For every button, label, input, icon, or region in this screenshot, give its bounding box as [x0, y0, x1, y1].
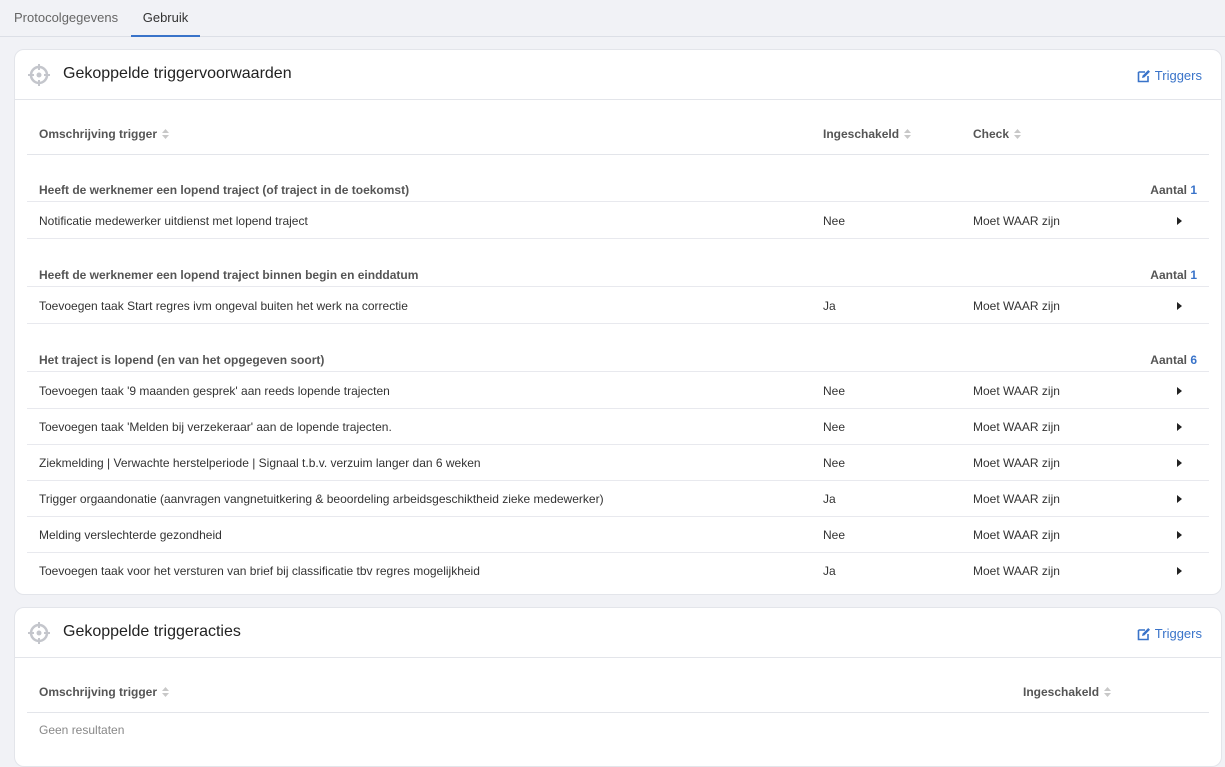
trigger-check: Moet WAAR zijn: [973, 299, 1060, 313]
group-header: Het traject is lopend (en van het opgege…: [27, 349, 1209, 372]
column-header-description[interactable]: Omschrijving trigger: [39, 113, 170, 155]
column-header-description[interactable]: Omschrijving trigger: [39, 671, 170, 713]
triggers-button[interactable]: Triggers: [1137, 68, 1202, 83]
table-row: Melding verslechterde gezondheid Nee Moe…: [27, 517, 1209, 553]
trigger-description: Toevoegen taak 'Melden bij verzekeraar' …: [39, 420, 392, 434]
crosshair-icon: [28, 64, 50, 86]
trigger-conditions-card: Gekoppelde triggervoorwaarden Triggers O…: [14, 49, 1222, 595]
trigger-description: Ziekmelding | Verwachte herstelperiode |…: [39, 456, 481, 470]
tab-bar: Protocolgegevens Gebruik: [0, 0, 1225, 37]
trigger-description: Melding verslechterde gezondheid: [39, 528, 222, 542]
trigger-check: Moet WAAR zijn: [973, 492, 1060, 506]
caret-right-icon[interactable]: [1177, 423, 1182, 431]
trigger-enabled: Ja: [823, 564, 836, 578]
group-count: Aantal 1: [1150, 268, 1197, 282]
triggers-button[interactable]: Triggers: [1137, 626, 1202, 641]
trigger-check: Moet WAAR zijn: [973, 214, 1060, 228]
table-row: Ziekmelding | Verwachte herstelperiode |…: [27, 445, 1209, 481]
caret-right-icon[interactable]: [1177, 567, 1182, 575]
sort-icon: [162, 129, 170, 139]
trigger-enabled: Ja: [823, 299, 836, 313]
group-count: Aantal 1: [1150, 183, 1197, 197]
trigger-check: Moet WAAR zijn: [973, 456, 1060, 470]
group-count: Aantal 6: [1150, 353, 1197, 367]
trigger-check: Moet WAAR zijn: [973, 384, 1060, 398]
sort-icon: [162, 687, 170, 697]
empty-results: Geen resultaten: [39, 723, 125, 737]
trigger-description: Toevoegen taak voor het versturen van br…: [39, 564, 480, 578]
caret-right-icon[interactable]: [1177, 459, 1182, 467]
trigger-enabled: Nee: [823, 214, 846, 228]
table-row: Trigger orgaandonatie (aanvragen vangnet…: [27, 481, 1209, 517]
caret-right-icon[interactable]: [1177, 217, 1182, 225]
table-row: Toevoegen taak 'Melden bij verzekeraar' …: [27, 409, 1209, 445]
trigger-enabled: Nee: [823, 384, 846, 398]
card-header: Gekoppelde triggervoorwaarden Triggers: [15, 50, 1221, 100]
triggers-label: Triggers: [1154, 626, 1202, 641]
group-header: Heeft de werknemer een lopend traject bi…: [27, 264, 1209, 287]
column-header-check[interactable]: Check: [973, 113, 1022, 155]
card-header: Gekoppelde triggeracties Triggers: [15, 608, 1221, 658]
edit-icon: [1137, 627, 1150, 640]
trigger-actions-card: Gekoppelde triggeracties Triggers Omschr…: [14, 607, 1222, 767]
column-header-enabled[interactable]: Ingeschakeld: [1023, 671, 1112, 713]
triggers-label: Triggers: [1154, 68, 1202, 83]
edit-icon: [1137, 69, 1150, 82]
trigger-check: Moet WAAR zijn: [973, 528, 1060, 542]
group-header: Heeft de werknemer een lopend traject (o…: [27, 179, 1209, 202]
group-label: Heeft de werknemer een lopend traject bi…: [39, 268, 419, 282]
table-row: Toevoegen taak '9 maanden gesprek' aan r…: [27, 373, 1209, 409]
trigger-description: Notificatie medewerker uitdienst met lop…: [39, 214, 308, 228]
table-row: Notificatie medewerker uitdienst met lop…: [27, 203, 1209, 239]
column-header-enabled[interactable]: Ingeschakeld: [823, 113, 912, 155]
group-label: Heeft de werknemer een lopend traject (o…: [39, 183, 410, 197]
trigger-description: Trigger orgaandonatie (aanvragen vangnet…: [39, 492, 604, 506]
crosshair-icon: [28, 622, 50, 644]
trigger-enabled: Ja: [823, 492, 836, 506]
trigger-enabled: Nee: [823, 420, 846, 434]
sort-icon: [904, 129, 912, 139]
trigger-description: Toevoegen taak '9 maanden gesprek' aan r…: [39, 384, 390, 398]
trigger-description: Toevoegen taak Start regres ivm ongeval …: [39, 299, 408, 313]
trigger-check: Moet WAAR zijn: [973, 420, 1060, 434]
trigger-enabled: Nee: [823, 456, 846, 470]
caret-right-icon[interactable]: [1177, 531, 1182, 539]
trigger-enabled: Nee: [823, 528, 846, 542]
caret-right-icon[interactable]: [1177, 495, 1182, 503]
table-row: Toevoegen taak voor het versturen van br…: [27, 553, 1209, 589]
table-row: Toevoegen taak Start regres ivm ongeval …: [27, 288, 1209, 324]
caret-right-icon[interactable]: [1177, 302, 1182, 310]
sort-icon: [1014, 129, 1022, 139]
trigger-check: Moet WAAR zijn: [973, 564, 1060, 578]
table-header: Omschrijving trigger Ingeschakeld Check: [27, 113, 1209, 155]
group-label: Het traject is lopend (en van het opgege…: [39, 353, 325, 367]
tab-protocolgegevens[interactable]: Protocolgegevens: [14, 0, 118, 37]
caret-right-icon[interactable]: [1177, 387, 1182, 395]
card-title: Gekoppelde triggervoorwaarden: [63, 65, 292, 82]
card-title: Gekoppelde triggeracties: [63, 623, 241, 640]
tab-gebruik[interactable]: Gebruik: [131, 0, 200, 37]
sort-icon: [1104, 687, 1112, 697]
table-header: Omschrijving trigger Ingeschakeld: [27, 671, 1209, 713]
